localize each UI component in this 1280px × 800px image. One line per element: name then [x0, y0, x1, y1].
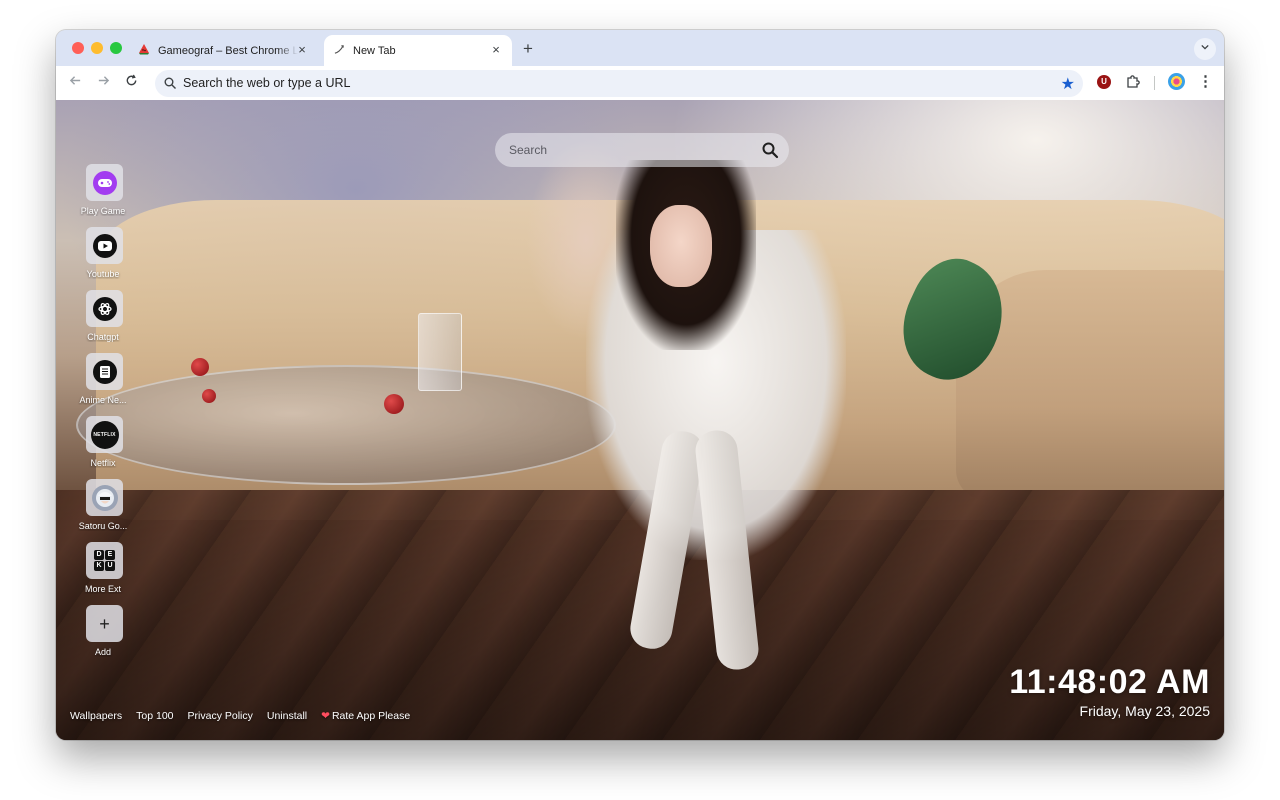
bookmark-star-icon[interactable]: ★ — [1061, 74, 1075, 94]
extensions-puzzle-icon[interactable] — [1124, 73, 1142, 91]
shortcut-more-ext[interactable]: D E K U More Ext — [70, 542, 136, 602]
shortcut-tile: + — [86, 605, 123, 642]
address-bar[interactable]: Search the web or type a URL ★ — [155, 70, 1083, 97]
clock-date: Friday, May 23, 2025 — [1079, 703, 1210, 719]
openai-icon — [92, 296, 117, 321]
back-button[interactable] — [64, 72, 86, 94]
clock-widget: 11:48:02 AM Friday, May 23, 2025 — [1009, 663, 1210, 719]
link-uninstall[interactable]: Uninstall — [267, 710, 307, 722]
watermelon-icon — [138, 43, 150, 58]
grid-letter: E — [105, 550, 115, 560]
chevron-down-icon — [1201, 44, 1209, 50]
link-wallpapers[interactable]: Wallpapers — [70, 710, 122, 722]
tab-title: New Tab — [353, 44, 396, 57]
maximize-window-button[interactable] — [110, 42, 122, 54]
close-tab-icon[interactable]: × — [488, 42, 504, 58]
ntp-search-box — [495, 133, 789, 167]
shortcut-tile — [86, 479, 123, 516]
shortcut-play-game[interactable]: Play Game — [70, 164, 136, 224]
netflix-logo-text: NETFLIX — [93, 431, 116, 438]
rate-app-label: Rate App Please — [331, 710, 411, 722]
search-icon[interactable] — [761, 141, 779, 159]
shortcut-label: Youtube — [86, 269, 120, 279]
shortcut-satoru-gojo[interactable]: Satoru Go... — [70, 479, 136, 539]
clock-time: 11:48:02 AM — [1009, 663, 1210, 701]
forward-button[interactable] — [92, 72, 114, 94]
browser-toolbar: Search the web or type a URL ★ U ⋮ — [56, 66, 1224, 100]
grid-letter: D — [94, 550, 104, 560]
ublock-extension-icon[interactable]: U — [1097, 75, 1111, 89]
shortcut-label: Chatgpt — [87, 332, 119, 342]
link-rate-app[interactable]: ❤ Rate App Please — [321, 710, 410, 722]
reload-button[interactable] — [120, 72, 142, 94]
arrow-left-icon — [69, 76, 80, 85]
shortcut-tile — [86, 290, 123, 327]
grid-letter: K — [94, 561, 104, 571]
shortcut-label: Netflix — [90, 458, 116, 468]
shortcut-tile — [86, 164, 123, 201]
profile-avatar[interactable] — [1168, 73, 1185, 90]
tab-title: Gameograf – Best Chrome Li — [158, 44, 298, 57]
youtube-icon — [92, 233, 117, 258]
newspaper-icon — [92, 359, 117, 384]
shortcut-label: More Ext — [84, 584, 121, 594]
address-bar-text: Search the web or type a URL — [183, 76, 351, 90]
shortcut-label: Add — [94, 647, 111, 657]
shortcut-label: Anime Ne... — [79, 395, 127, 405]
shortcut-label: Play Game — [80, 206, 126, 216]
toolbar-divider — [1154, 76, 1155, 90]
browser-menu-icon[interactable]: ⋮ — [1198, 72, 1213, 92]
gamepad-icon — [92, 170, 117, 195]
shortcut-netflix[interactable]: NETFLIX Netflix — [70, 416, 136, 476]
link-privacy-policy[interactable]: Privacy Policy — [188, 710, 253, 722]
close-window-button[interactable] — [72, 42, 84, 54]
anime-avatar-icon — [91, 484, 118, 511]
arrow-right-icon — [98, 76, 109, 85]
search-icon — [164, 77, 176, 89]
shortcut-tile: NETFLIX — [86, 416, 123, 453]
footer-links: Wallpapers Top 100 Privacy Policy Uninst… — [70, 710, 410, 722]
netflix-icon: NETFLIX — [90, 420, 119, 449]
reload-icon — [126, 74, 136, 86]
shortcut-add[interactable]: + Add — [70, 605, 136, 665]
shortcut-tile — [86, 353, 123, 390]
deku-grid-icon: D E K U — [94, 550, 115, 571]
shortcut-chatgpt[interactable]: Chatgpt — [70, 290, 136, 350]
plus-icon: + — [99, 613, 110, 634]
window-controls — [72, 42, 122, 54]
new-tab-button[interactable]: + — [518, 39, 538, 59]
ntp-search-input[interactable] — [509, 142, 739, 158]
shortcut-label: Satoru Go... — [78, 521, 128, 531]
new-tab-page: Play Game Youtube Chatgpt — [56, 100, 1224, 740]
tab-new-tab[interactable]: New Tab × — [324, 35, 512, 66]
shortcut-tile — [86, 227, 123, 264]
sparkle-icon — [334, 44, 345, 58]
close-tab-icon[interactable]: × — [294, 42, 310, 58]
browser-window: Gameograf – Best Chrome Li × New Tab × + — [56, 30, 1224, 740]
heart-icon: ❤ — [321, 710, 330, 722]
tab-gameograf[interactable]: Gameograf – Best Chrome Li × — [128, 35, 318, 66]
shortcut-tile: D E K U — [86, 542, 123, 579]
link-top-100[interactable]: Top 100 — [136, 710, 173, 722]
tab-strip: Gameograf – Best Chrome Li × New Tab × + — [56, 30, 1224, 66]
shortcut-anime-news[interactable]: Anime Ne... — [70, 353, 136, 413]
tab-search-button[interactable] — [1194, 38, 1216, 60]
grid-letter: U — [105, 561, 115, 571]
minimize-window-button[interactable] — [91, 42, 103, 54]
shortcut-youtube[interactable]: Youtube — [70, 227, 136, 287]
